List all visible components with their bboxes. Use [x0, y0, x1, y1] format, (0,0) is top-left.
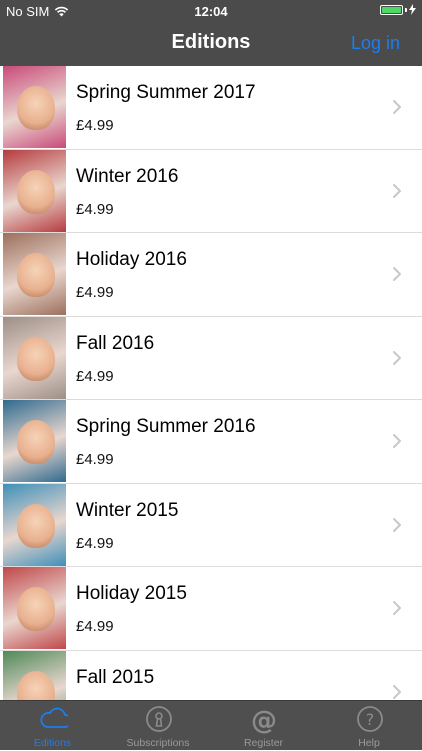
- chevron-right-icon: [393, 183, 401, 198]
- clock: 12:04: [194, 4, 228, 19]
- battery-icon: [380, 4, 416, 15]
- edition-price: £4.99: [76, 618, 114, 635]
- edition-row[interactable]: Winter 2016 £4.99: [0, 149, 422, 233]
- edition-title: Winter 2016: [76, 165, 179, 187]
- edition-cover-image: [3, 567, 66, 649]
- edition-price: £4.99: [76, 534, 114, 552]
- edition-cover-image: [3, 650, 66, 700]
- edition-title: Holiday 2016: [76, 249, 187, 270]
- edition-cover-image: [3, 316, 66, 399]
- edition-row[interactable]: Winter 2015 £4.99: [0, 483, 422, 567]
- edition-row[interactable]: Holiday 2015 £4.99: [0, 567, 422, 651]
- chevron-right-icon: [393, 267, 401, 281]
- chevron-right-icon: [393, 100, 401, 114]
- edition-row[interactable]: Spring Summer 2016 £4.99: [0, 400, 422, 484]
- tab-bar: Editions Subscriptions @ Register? Help: [0, 700, 422, 750]
- chevron-right-icon: [393, 517, 401, 532]
- svg-text:?: ?: [365, 710, 374, 729]
- edition-title: Holiday 2015: [76, 583, 187, 604]
- edition-title: Winter 2015: [76, 499, 179, 521]
- edition-title: Spring Summer 2017: [76, 82, 256, 103]
- edition-row[interactable]: Fall 2015: [0, 650, 422, 700]
- edition-cover-image: [3, 149, 66, 232]
- cloud-icon: [40, 707, 68, 728]
- login-button[interactable]: Log in: [351, 33, 400, 54]
- svg-text:@: @: [251, 706, 277, 735]
- edition-title: Spring Summer 2016: [76, 416, 256, 437]
- edition-cover-image: [3, 483, 66, 566]
- edition-row[interactable]: Spring Summer 2017 £4.99: [0, 66, 422, 150]
- editions-list: Spring Summer 2017 £4.99 Winter 2016 £4.99 H…: [0, 66, 422, 700]
- status-bar: No SIM 12:04: [0, 0, 422, 22]
- edition-price: £4.99: [76, 200, 114, 218]
- at-sign-icon: @: [251, 706, 277, 735]
- question-icon: ?: [356, 706, 383, 732]
- edition-row[interactable]: Fall 2016 £4.99: [0, 316, 422, 400]
- charging-icon: [409, 4, 416, 15]
- keyhole-icon: [145, 706, 172, 732]
- edition-cover-image: [3, 66, 66, 148]
- tab-label: Subscriptions: [126, 737, 190, 749]
- tab-help[interactable]: ? Help: [317, 701, 422, 751]
- edition-price: £4.99: [76, 117, 114, 134]
- edition-title: Fall 2016: [76, 332, 155, 354]
- tab-label: Register: [243, 737, 284, 749]
- chevron-right-icon: [393, 684, 401, 699]
- tab-label: Help: [358, 737, 380, 749]
- edition-cover-image: [3, 400, 66, 482]
- tab-register[interactable]: @ Register: [211, 701, 316, 751]
- tab-subscriptions[interactable]: Subscriptions: [106, 701, 211, 751]
- edition-title: Fall 2015: [76, 666, 155, 688]
- chevron-right-icon: [393, 350, 401, 365]
- chevron-right-icon: [393, 601, 401, 615]
- chevron-right-icon: [393, 434, 401, 448]
- navigation-bar: Editions Log in: [0, 22, 422, 66]
- tab-editions[interactable]: Editions: [0, 701, 105, 751]
- edition-price: £4.99: [76, 284, 114, 301]
- edition-row[interactable]: Holiday 2016 £4.99: [0, 233, 422, 317]
- tab-label: Editions: [33, 737, 72, 749]
- edition-price: £4.99: [76, 451, 114, 468]
- edition-cover-image: [3, 233, 66, 315]
- edition-price: £4.99: [76, 367, 114, 385]
